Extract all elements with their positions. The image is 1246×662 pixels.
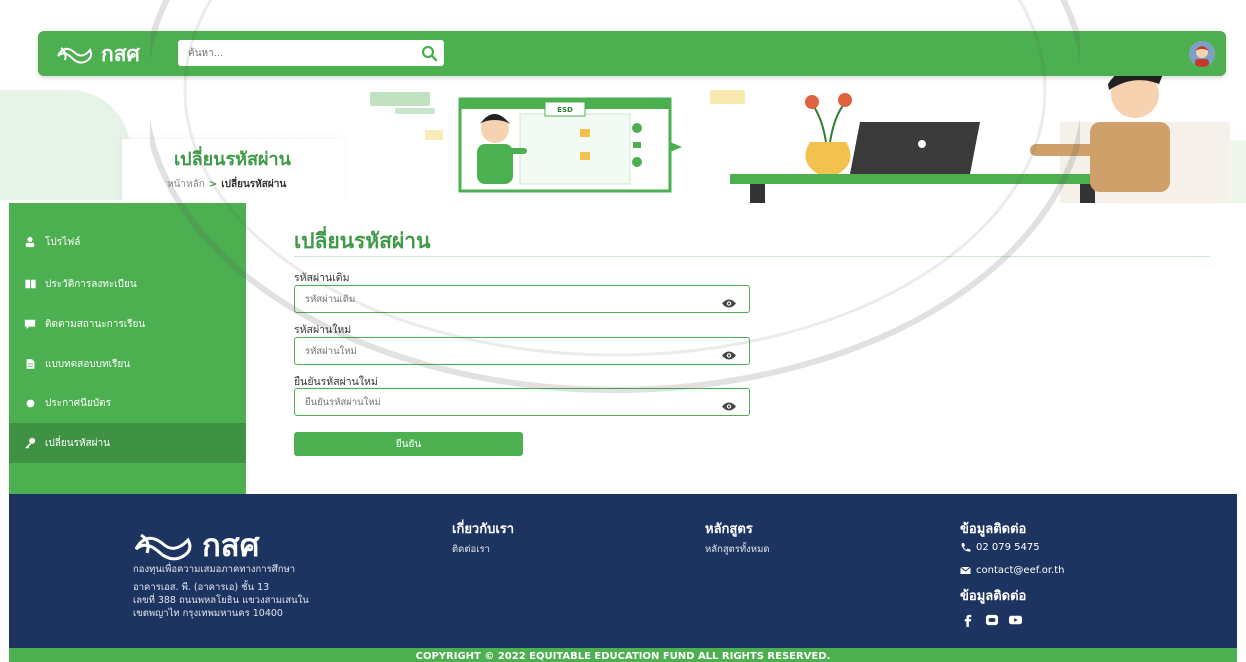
sidebar-item-label: ประกาศนียบัตร (45, 397, 112, 409)
social-links (960, 612, 1023, 627)
breadcrumb-current: เปลี่ยนรหัสผ่าน (221, 179, 287, 190)
sidebar-item-label: โปรไฟล์ (45, 236, 81, 248)
new-password-label: รหัสผ่านใหม่ (294, 324, 352, 336)
brand-logo[interactable]: กสศ (55, 39, 140, 69)
footer-about-heading: เกี่ยวกับเรา (452, 522, 515, 537)
search-input[interactable] (178, 40, 414, 66)
confirm-password-field-wrapper (294, 388, 750, 416)
email-icon (960, 566, 971, 574)
hero-decor-shape (0, 90, 130, 200)
breadcrumb: หน้าหลัก > เปลี่ยนรหัสผ่าน (167, 177, 286, 192)
eye-icon[interactable] (721, 397, 737, 411)
teacher-desk-illustration (730, 66, 1230, 203)
site-footer: กสศ กองทุนเพื่อความเสมอภาคทางการศึกษา อา… (9, 494, 1237, 648)
footer-address-line: เขตพญาไท กรุงเทพมหานคร 10400 (133, 608, 283, 619)
footer-contact-heading-2: ข้อมูลติดต่อ (960, 589, 1027, 604)
sidebar-item-change-password[interactable]: เปลี่ยนรหัสผ่าน (9, 423, 246, 463)
eye-icon[interactable] (721, 346, 737, 360)
eye-icon[interactable] (721, 294, 737, 308)
page-title-card: เปลี่ยนรหัสผ่าน หน้าหลัก > เปลี่ยนรหัสผ่าน (122, 139, 344, 203)
footer-link-contact-us[interactable]: ติดต่อเรา (452, 542, 490, 557)
footer-courses-heading: หลักสูตร (705, 522, 753, 537)
phone-icon (961, 543, 971, 552)
esd-label: ESD (557, 106, 573, 114)
brand-logo-text: กสศ (101, 41, 140, 66)
page-title: เปลี่ยนรหัสผ่าน (174, 149, 291, 170)
confirm-password-input[interactable] (295, 389, 715, 415)
search-icon[interactable] (418, 43, 440, 63)
footer-contact-heading: ข้อมูลติดต่อ (960, 522, 1027, 537)
copyright-bar: COPYRIGHT © 2022 EQUITABLE EDUCATION FUN… (9, 648, 1237, 662)
chat-icon (23, 317, 37, 331)
facebook-icon[interactable] (960, 612, 975, 627)
footer-email-text: contact@eef.or.th (976, 565, 1065, 576)
footer-phone-text: 02 079 5475 (976, 542, 1040, 553)
hero-banner: ESD กสศ ค้นหา... เปลี่ยนรหัสผ่าน หน้าหลั… (0, 0, 1246, 203)
new-password-input[interactable] (295, 338, 715, 364)
new-password-field-wrapper (294, 337, 750, 365)
sidebar-item-label: เปลี่ยนรหัสผ่าน (45, 437, 110, 449)
eef-logo-icon (57, 47, 93, 64)
breadcrumb-home[interactable]: หน้าหลัก (167, 179, 205, 190)
sidebar-item-certificate[interactable]: ประกาศนียบัตร (9, 383, 246, 423)
sidebar-item-label: ติดตามสถานะการเรียน (45, 318, 146, 330)
submit-button[interactable]: ยืนยัน (294, 432, 523, 456)
user-icon (23, 235, 37, 249)
change-password-panel: เปลี่ยนรหัสผ่าน รหัสผ่านเดิม รหัสผ่านใหม… (246, 203, 1246, 494)
top-navbar: กสศ (38, 31, 1226, 76)
page: ESD กสศ ค้นหา... เปลี่ยนรหัสผ่าน หน้าหลั… (0, 0, 1246, 662)
line-icon[interactable] (984, 612, 999, 627)
certificate-icon (23, 396, 37, 410)
old-password-input[interactable] (295, 286, 715, 312)
user-avatar[interactable] (1189, 41, 1215, 67)
footer-phone[interactable]: 02 079 5475 (960, 542, 1040, 553)
book-icon (23, 277, 37, 291)
old-password-field-wrapper (294, 285, 750, 313)
footer-email[interactable]: contact@eef.or.th (960, 565, 1064, 576)
profile-sidebar: โปรไฟล์ ประวัติการลงทะเบียน ติดตามสถานะก… (9, 203, 246, 494)
sidebar-item-learning-status[interactable]: ติดตามสถานะการเรียน (9, 304, 246, 344)
eef-logo-icon (134, 533, 192, 561)
youtube-icon[interactable] (1008, 612, 1023, 627)
sidebar-item-label: แบบทดสอบบทเรียน (45, 358, 131, 370)
form-title: เปลี่ยนรหัสผ่าน (294, 229, 431, 253)
search-box (178, 40, 444, 66)
footer-org-name: กองทุนเพื่อความเสมอภาคทางการศึกษา (133, 564, 296, 575)
sidebar-item-quiz[interactable]: แบบทดสอบบทเรียน (9, 344, 246, 384)
key-icon (23, 436, 37, 450)
sidebar-item-registration-history[interactable]: ประวัติการลงทะเบียน (9, 264, 246, 304)
breadcrumb-separator: > (208, 179, 218, 190)
form-divider (294, 256, 1210, 257)
footer-link-all-courses[interactable]: หลักสูตรทั้งหมด (705, 542, 770, 557)
sidebar-item-profile[interactable]: โปรไฟล์ (9, 222, 246, 262)
old-password-label: รหัสผ่านเดิม (294, 272, 350, 284)
sidebar-item-label: ประวัติการลงทะเบียน (45, 278, 137, 290)
elearning-board-illustration: ESD (370, 90, 745, 193)
document-icon (23, 357, 37, 371)
